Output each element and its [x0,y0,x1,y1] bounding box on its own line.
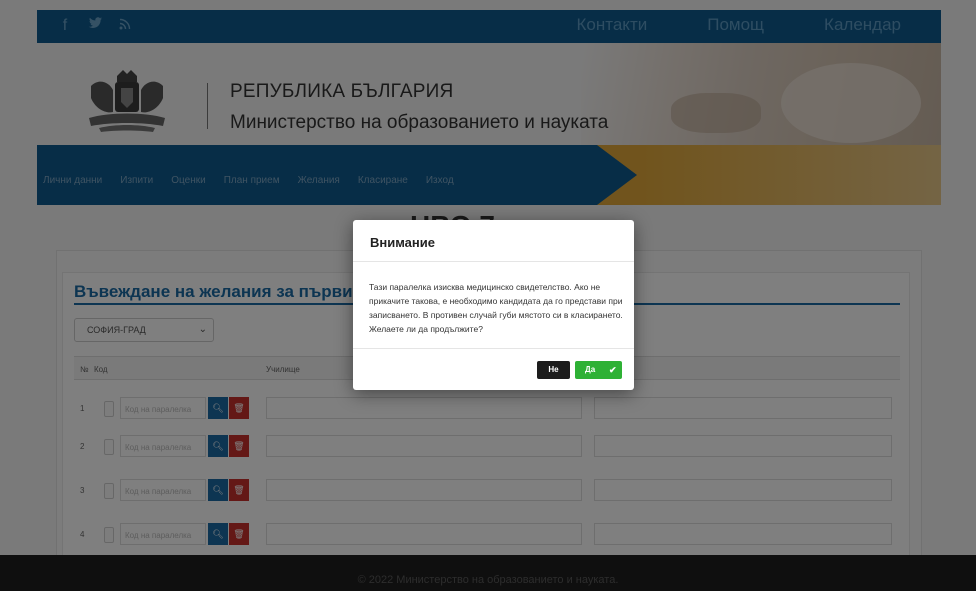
dialog-header-divider [353,261,634,262]
confirm-dialog: Внимание Тази паралелка изисква медицинс… [353,220,634,390]
yes-button-label: Да [585,365,596,374]
dialog-message: Тази паралелка изисква медицинско свидет… [369,282,623,334]
no-button[interactable]: Не [537,361,570,379]
check-icon: ✔ [609,365,617,375]
dialog-footer-divider [353,348,634,349]
yes-button[interactable]: Да ✔ [575,361,622,379]
dialog-title: Внимание [370,235,435,250]
